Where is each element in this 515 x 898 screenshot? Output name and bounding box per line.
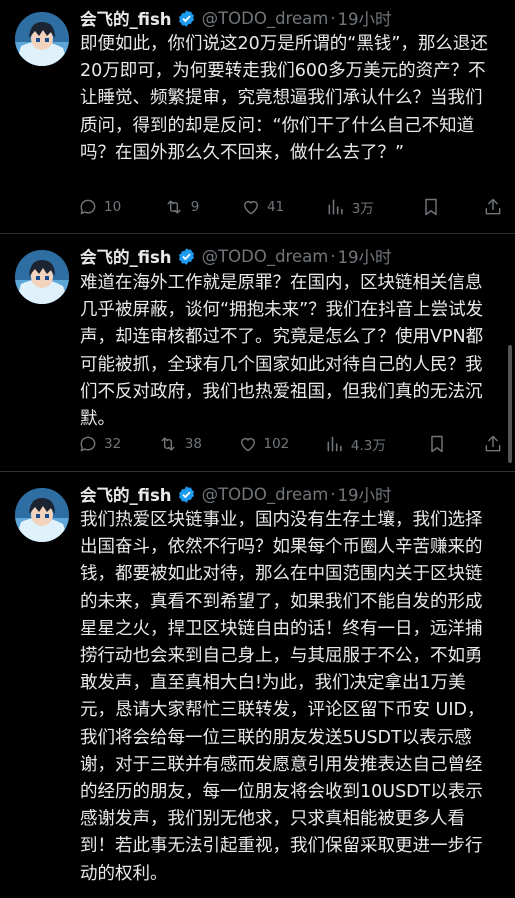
avatar[interactable] [15,12,69,66]
tweet-header: 会飞的_fish @TODO_dream · 19小时 [80,244,392,268]
tweet-text: 即便如此，你们说这20万是所谓的“黑钱”，那么退还20万即可，为何要转走我们60… [80,34,488,163]
avatar-image [15,250,69,304]
like-button[interactable]: 102 [238,434,290,454]
action-bar: 32 38 102 4.3万 [78,431,503,457]
tweet-header: 会飞的_fish @TODO_dream · 19小时 [80,482,392,506]
avatar-image [15,12,69,66]
reply-count: 32 [104,436,122,452]
avatar-image [15,488,69,542]
timestamp[interactable]: 19小时 [338,6,392,30]
like-count: 102 [263,436,290,452]
timestamp[interactable]: 19小时 [338,244,392,268]
reply-icon [80,436,96,452]
display-name[interactable]: 会飞的_fish [80,482,172,506]
action-bar: 10 9 41 3万 [78,194,503,220]
views-icon [327,436,342,452]
verified-icon [177,247,196,266]
repost-icon [161,437,175,451]
bookmark-icon [431,435,444,453]
like-button[interactable]: 41 [241,197,284,217]
divider [0,233,515,234]
repost-count: 38 [184,436,202,452]
separator-dot: · [330,484,336,504]
like-icon [243,200,258,215]
share-button[interactable] [483,434,503,454]
timestamp[interactable]: 19小时 [338,482,392,506]
separator-dot: · [330,246,336,266]
separator-dot: · [330,8,336,28]
views-icon [328,199,343,215]
views-button[interactable]: 3万 [326,197,374,217]
tweet-text: 难道在海外工作就是原罪？在国内，区块链相关信息几乎被屏蔽，谈何“拥抱未来”？我们… [80,273,484,430]
reply-button[interactable]: 10 [78,197,121,217]
display-name[interactable]: 会飞的_fish [80,244,172,268]
verified-icon [177,485,196,504]
handle[interactable]: @TODO_dream [202,485,329,504]
share-button[interactable] [483,197,503,217]
avatar[interactable] [15,250,69,304]
share-icon [485,435,501,452]
scrollbar[interactable] [508,345,512,463]
bookmark-button[interactable] [421,197,441,217]
verified-icon [177,9,196,28]
reply-count: 10 [104,199,122,215]
share-icon [485,198,501,215]
tweet-text: 我们热爱区块链事业，国内没有生存土壤，我们选择出国奋斗，依然不行吗？如果每个币圈… [80,510,485,884]
bookmark-icon [425,198,438,216]
reply-button[interactable]: 32 [78,434,121,454]
views-button[interactable]: 4.3万 [325,434,386,454]
display-name[interactable]: 会飞的_fish [80,6,172,30]
views-count: 3万 [351,201,374,217]
repost-icon [167,200,181,214]
handle[interactable]: @TODO_dream [202,247,329,266]
avatar[interactable] [15,488,69,542]
bookmark-button[interactable] [427,434,447,454]
tweet-header: 会飞的_fish @TODO_dream · 19小时 [80,6,392,30]
handle[interactable]: @TODO_dream [202,9,329,28]
repost-button[interactable]: 9 [163,197,200,217]
reply-icon [80,199,96,215]
views-count: 4.3万 [350,438,386,454]
repost-button[interactable]: 38 [157,434,202,454]
repost-count: 9 [190,199,200,215]
like-icon [240,437,255,452]
like-count: 41 [266,199,285,215]
divider [0,471,515,472]
